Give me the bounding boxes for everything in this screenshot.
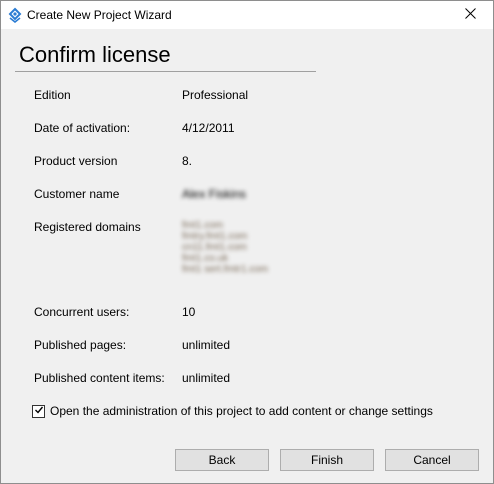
heading-divider: [15, 71, 316, 72]
pages-row: Published pages: unlimited: [34, 338, 474, 354]
open-admin-label[interactable]: Open the administration of this project …: [50, 404, 433, 418]
back-button[interactable]: Back: [175, 449, 269, 471]
open-admin-checkbox[interactable]: [32, 404, 45, 418]
domains-list: fmt1.com fmtry.fmt1.com cn11.fmt1.com fm…: [182, 220, 332, 275]
customer-value: Alex Fiskins: [182, 187, 247, 201]
close-icon: [464, 8, 476, 22]
items-row: Published content items: unlimited: [34, 371, 474, 387]
customer-label: Customer name: [34, 187, 120, 201]
window-title: Create New Project Wizard: [27, 8, 172, 22]
items-value: unlimited: [182, 371, 231, 385]
pages-label: Published pages:: [34, 338, 127, 352]
edition-label: Edition: [34, 88, 71, 102]
title-bar: Create New Project Wizard: [1, 1, 493, 29]
domain-item: fmtry.fmt1.com: [182, 231, 248, 242]
customer-row: Customer name Alex Fiskins: [34, 187, 474, 203]
domain-item: cn11.fmt1.com: [182, 242, 247, 253]
version-value: 8.: [182, 154, 193, 168]
open-admin-option[interactable]: Open the administration of this project …: [32, 403, 433, 419]
users-label: Concurrent users:: [34, 305, 130, 319]
wizard-window: Create New Project Wizard Confirm licens…: [0, 0, 494, 484]
version-label: Product version: [34, 154, 118, 168]
checkmark-icon: [34, 404, 44, 418]
domains-row: Registered domains fmt1.com fmtry.fmt1.c…: [34, 220, 474, 290]
domains-label: Registered domains: [34, 220, 141, 234]
domain-item: fmt1 sert.fmtr1.com: [182, 264, 269, 275]
cancel-button[interactable]: Cancel: [385, 449, 479, 471]
close-button[interactable]: [447, 1, 493, 29]
activation-value: 4/12/2011: [182, 121, 235, 135]
pages-value: unlimited: [182, 338, 231, 352]
activation-row: Date of activation: 4/12/2011: [34, 121, 474, 137]
domain-item: fmt1.com: [182, 220, 224, 231]
wizard-content: Confirm license Edition Professional Dat…: [1, 29, 493, 483]
edition-row: Edition Professional: [34, 88, 474, 104]
finish-button[interactable]: Finish: [280, 449, 374, 471]
edition-value: Professional: [182, 88, 249, 102]
version-row: Product version 8.: [34, 154, 474, 170]
app-logo-icon: [7, 7, 23, 24]
users-row: Concurrent users: 10: [34, 305, 474, 321]
items-label: Published content items:: [34, 371, 165, 385]
domain-item: fmt1.co.uk: [182, 253, 229, 264]
activation-label: Date of activation:: [34, 121, 131, 135]
page-title: Confirm license: [19, 42, 171, 67]
users-value: 10: [182, 305, 196, 319]
